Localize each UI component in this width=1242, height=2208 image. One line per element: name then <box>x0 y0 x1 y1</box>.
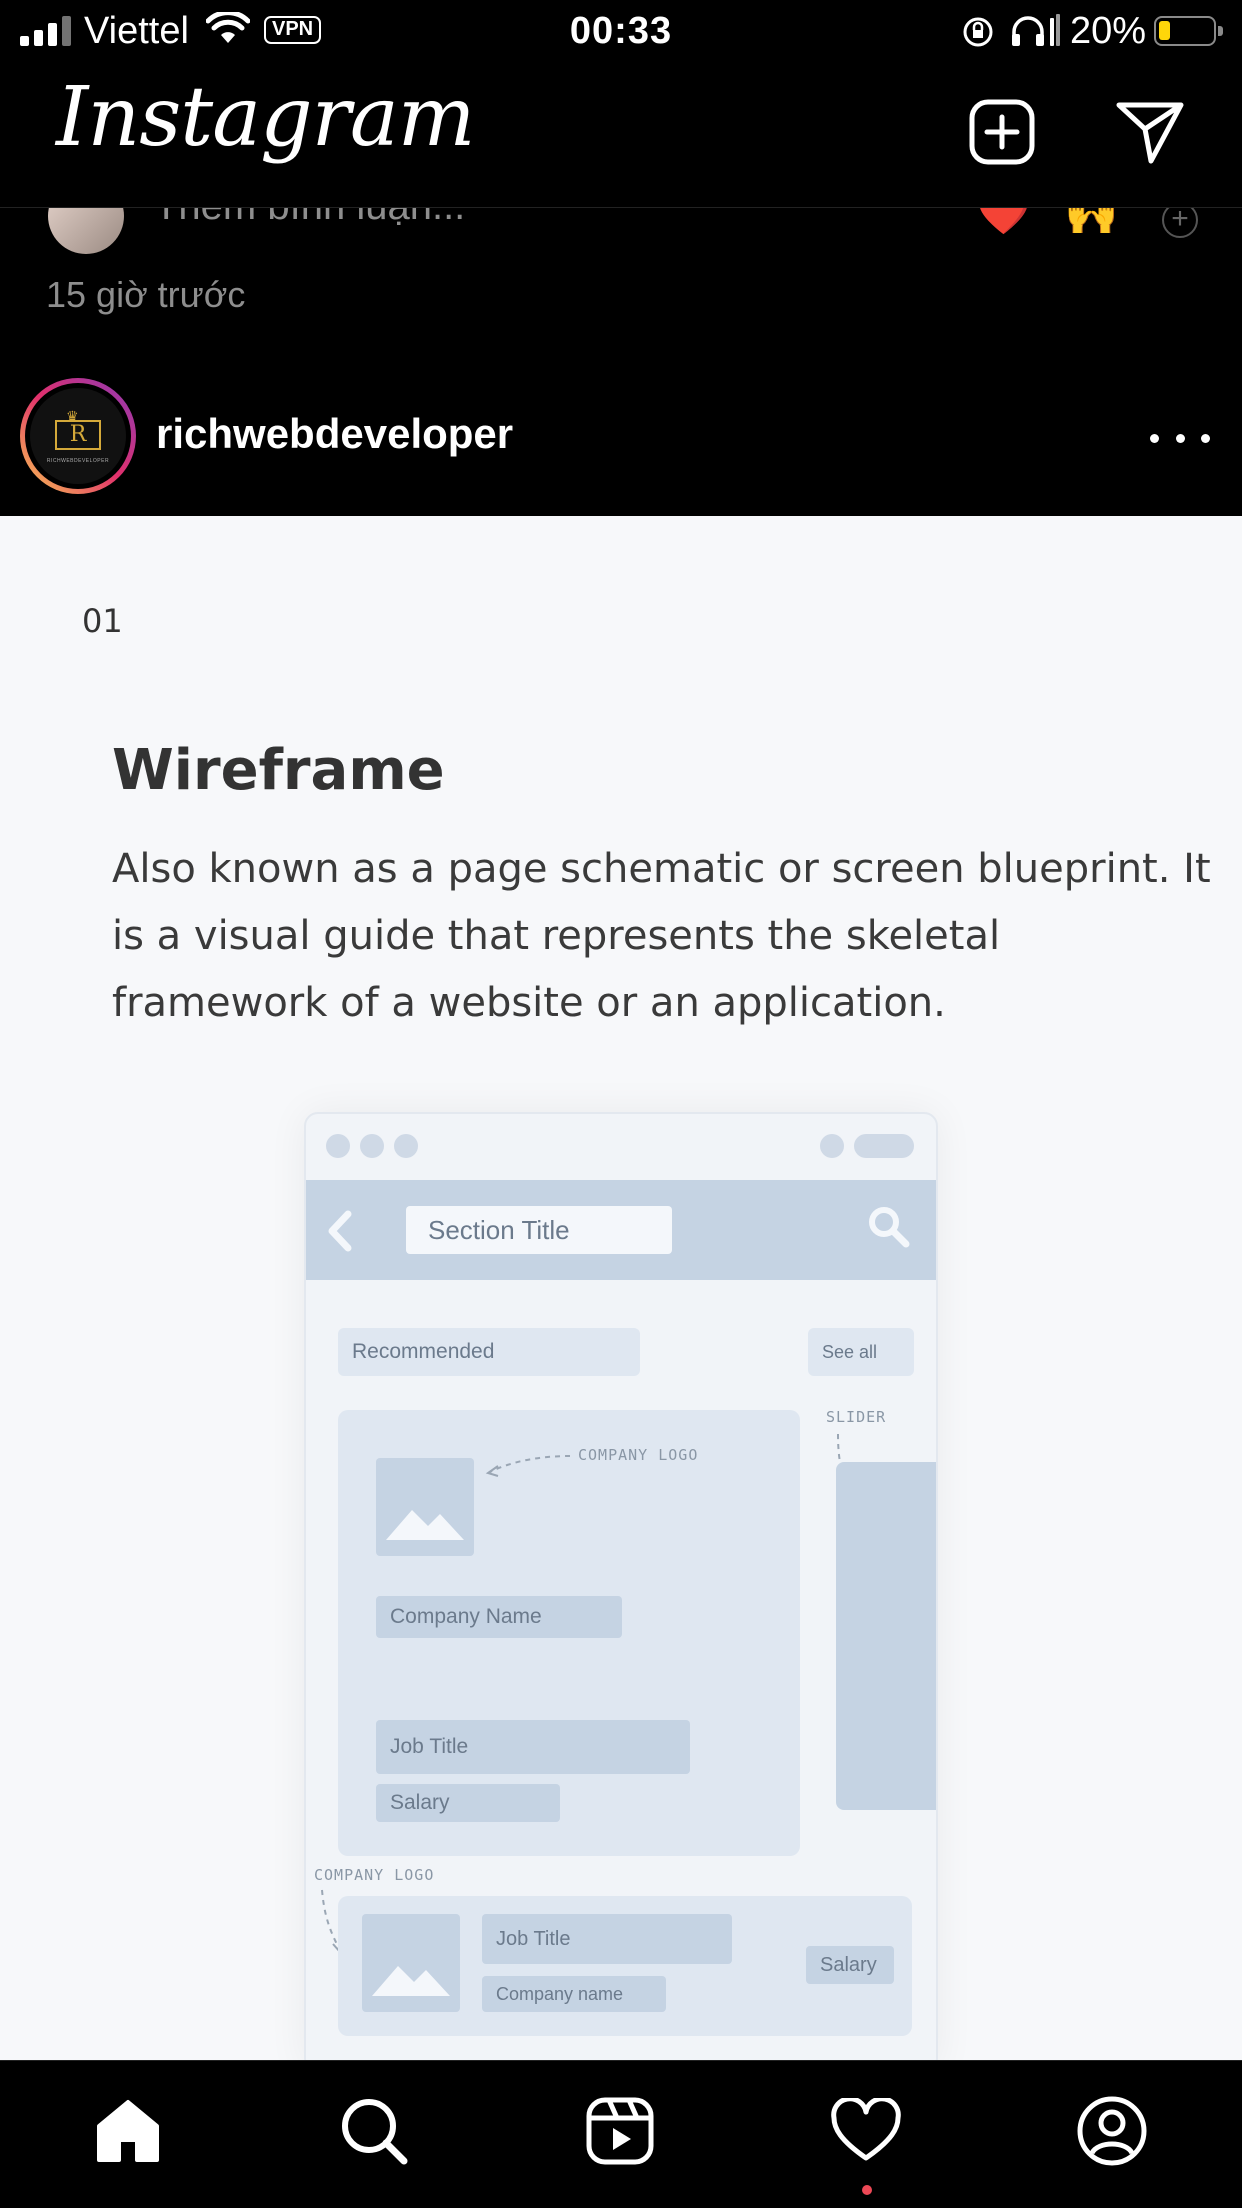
window-dot <box>326 1134 350 1158</box>
wireframe-list-row: Job Title Company name Salary <box>338 1896 912 2036</box>
raised-hands-reaction-button[interactable]: 🙌 <box>1064 208 1119 238</box>
avatar-letter: R <box>55 420 101 450</box>
new-post-button[interactable] <box>962 92 1042 172</box>
image-placeholder-icon <box>376 1458 474 1556</box>
search-icon <box>869 1207 910 1248</box>
plus-square-icon <box>969 99 1035 165</box>
wireframe-row-company-name: Company name <box>482 1976 666 2012</box>
window-dot <box>820 1134 844 1158</box>
heart-reaction-button[interactable]: ❤️ <box>976 208 1031 238</box>
avatar: ♛ R RICHWEBDEVELOPER <box>30 388 126 484</box>
wireframe-job-title: Job Title <box>376 1720 690 1774</box>
more-dot-icon <box>1201 433 1210 443</box>
wireframe-row-salary: Salary <box>806 1946 894 1984</box>
paper-plane-icon <box>1116 102 1184 164</box>
story-ring[interactable]: ♛ R RICHWEBDEVELOPER <box>20 378 136 494</box>
tab-reels[interactable] <box>580 2091 660 2171</box>
status-bar: Viettel VPN 00:33 20% <box>0 0 1242 62</box>
activity-heart-icon <box>831 2098 901 2161</box>
reels-icon <box>586 2097 654 2165</box>
window-dot <box>394 1134 418 1158</box>
tab-profile[interactable] <box>1072 2091 1152 2171</box>
wireframe-nav-bar: Section Title <box>306 1180 936 1280</box>
post-header: ♛ R RICHWEBDEVELOPER richwebdeveloper <box>0 370 1242 516</box>
slider-annotation: SLIDER <box>826 1408 887 1426</box>
add-reaction-icon[interactable]: + <box>1162 208 1198 238</box>
annotation-arrow-icon <box>485 1455 571 1477</box>
instagram-logo[interactable]: Instagram <box>56 70 475 165</box>
wireframe-mockup: Section Title Recommended See all SLIDER… <box>304 1112 938 2060</box>
add-comment-input[interactable]: Thêm bình luận... <box>154 208 465 229</box>
notification-dot <box>862 2185 872 2195</box>
tab-activity[interactable] <box>826 2091 906 2171</box>
post-timestamp: 15 giờ trước <box>46 274 246 315</box>
search-icon <box>342 2099 408 2165</box>
wireframe-salary: Salary <box>376 1784 560 1822</box>
wireframe-section-title: Section Title <box>406 1206 672 1254</box>
profile-icon <box>1077 2096 1147 2166</box>
tab-home[interactable] <box>88 2091 168 2171</box>
avatar-caption: RICHWEBDEVELOPER <box>46 458 110 464</box>
avatar <box>48 208 124 254</box>
home-icon <box>97 2100 159 2162</box>
window-pill <box>854 1134 914 1158</box>
bottom-tab-bar <box>0 2060 1242 2208</box>
wireframe-row-job-title: Job Title <box>482 1914 732 1964</box>
wireframe-company-name: Company Name <box>376 1596 622 1638</box>
window-dot <box>360 1134 384 1158</box>
more-dot-icon <box>1175 433 1185 443</box>
headphones-icon <box>1012 14 1060 46</box>
wireframe-job-card: COMPANY LOGO Company Name Job Title Sala… <box>338 1410 800 1856</box>
slide-title: Wireframe <box>112 738 445 803</box>
company-logo-annotation: COMPANY LOGO <box>578 1446 699 1464</box>
chevron-left-icon <box>328 1210 352 1252</box>
more-dot-icon <box>1150 433 1159 443</box>
post-username[interactable]: richwebdeveloper <box>156 410 513 458</box>
orientation-lock-icon <box>963 17 993 47</box>
slide-body: Also known as a page schematic or screen… <box>112 846 1211 1026</box>
battery-percentage: 20% <box>1070 10 1147 52</box>
tab-search[interactable] <box>334 2091 414 2171</box>
app-header: Instagram <box>0 62 1242 208</box>
wireframe-see-all: See all <box>808 1328 914 1376</box>
previous-post-footer: Thêm bình luận... ❤️ 🙌 + 15 giờ trước <box>0 208 1242 358</box>
wireframe-recommended: Recommended <box>338 1328 640 1376</box>
slide-number: 01 <box>82 602 123 640</box>
direct-messages-button[interactable] <box>1110 92 1190 172</box>
more-options-button[interactable] <box>1150 418 1210 458</box>
company-logo-annotation: COMPANY LOGO <box>314 1866 435 1884</box>
image-placeholder-icon <box>362 1914 460 2012</box>
wireframe-slider-card <box>836 1462 936 1810</box>
battery-icon <box>1154 16 1223 46</box>
post-image[interactable]: 01 Wireframe Also known as a page schema… <box>0 516 1242 2060</box>
